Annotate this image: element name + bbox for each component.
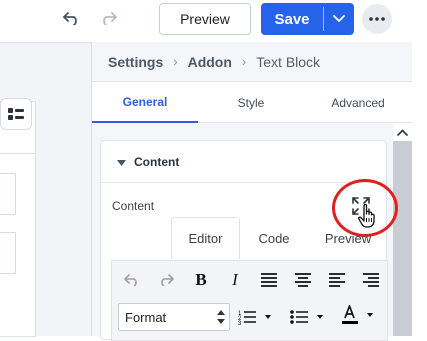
format-select-value: Format <box>125 309 167 325</box>
format-select[interactable]: Format <box>118 303 230 331</box>
redo-icon[interactable] <box>154 269 178 291</box>
canvas-block <box>0 101 36 337</box>
tab-code[interactable]: Code <box>240 217 308 259</box>
bold-icon[interactable]: B <box>189 269 213 291</box>
section-title: Content <box>134 154 180 169</box>
section-header[interactable]: Content <box>101 141 388 183</box>
content-section: Content Content Editor Code Preview B I … <box>100 140 398 341</box>
align-center-icon[interactable] <box>291 269 315 291</box>
justify-icon[interactable] <box>257 269 281 291</box>
chevron-right-icon: › <box>241 54 247 69</box>
scroll-thumb[interactable] <box>393 141 412 336</box>
align-left-icon[interactable] <box>325 269 349 291</box>
undo-icon[interactable] <box>60 8 84 28</box>
caret-down-icon <box>117 155 126 169</box>
redo-icon[interactable] <box>96 8 120 28</box>
bulleted-list-icon[interactable] <box>288 306 328 328</box>
more-horizontal-icon <box>369 17 385 21</box>
svg-text:3: 3 <box>238 321 242 325</box>
canvas-divider <box>0 153 35 154</box>
tab-editor[interactable]: Editor <box>171 217 240 259</box>
canvas-element[interactable] <box>0 232 16 274</box>
top-toolbar: Preview Save <box>0 0 427 42</box>
hand-pointer-icon <box>357 203 379 229</box>
page-canvas <box>0 42 91 337</box>
layout-list-icon <box>8 108 24 120</box>
undo-icon[interactable] <box>120 269 144 291</box>
editor-tabs: Editor Code Preview <box>171 217 388 259</box>
chevron-right-icon: › <box>173 54 178 69</box>
breadcrumb-item-settings[interactable]: Settings <box>108 54 163 70</box>
chevron-down-icon <box>333 15 345 22</box>
tab-style[interactable]: Style <box>198 82 304 123</box>
scroll-up-icon[interactable] <box>397 127 408 137</box>
settings-panel: Settings › Addon › Text Block General St… <box>91 42 412 341</box>
more-options-button[interactable] <box>362 4 392 34</box>
save-options-button[interactable] <box>324 3 354 35</box>
save-button-group: Save <box>261 3 354 35</box>
panel-scrollbar[interactable] <box>393 123 412 336</box>
select-arrows-icon <box>217 310 225 324</box>
align-right-icon[interactable] <box>359 269 383 291</box>
breadcrumb: Settings › Addon › Text Block <box>92 42 412 82</box>
italic-icon[interactable]: I <box>223 269 247 291</box>
save-button[interactable]: Save <box>261 3 323 35</box>
breadcrumb-item-addon[interactable]: Addon <box>188 54 232 70</box>
preview-button[interactable]: Preview <box>159 3 251 35</box>
canvas-element[interactable] <box>0 173 16 215</box>
settings-tabs: General Style Advanced <box>92 82 412 123</box>
tab-general[interactable]: General <box>92 82 198 123</box>
tab-advanced[interactable]: Advanced <box>304 82 412 123</box>
numbered-list-icon[interactable]: 1 2 3 <box>236 306 276 328</box>
content-field-label: Content <box>112 199 155 213</box>
breadcrumb-item-current: Text Block <box>256 53 321 70</box>
text-color-icon[interactable] <box>338 304 378 326</box>
layout-toggle-button[interactable] <box>0 98 32 130</box>
editor-toolbar: B I Format 1 2 3 <box>111 260 388 341</box>
